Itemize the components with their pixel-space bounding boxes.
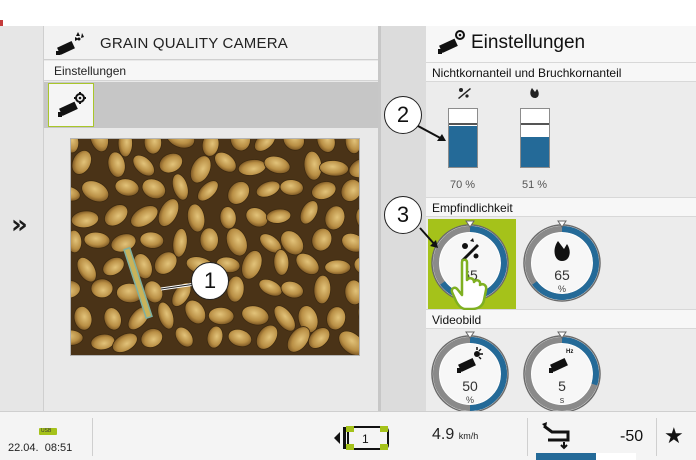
camera-panel: GRAIN QUALITY CAMERA Einstellungen xyxy=(44,26,378,411)
camera-panel-header: GRAIN QUALITY CAMERA xyxy=(44,26,378,60)
broken-ratio-value: 51 % xyxy=(522,179,548,191)
frequency-dial[interactable]: Hz 5 s xyxy=(520,330,608,422)
time-text: 08:51 xyxy=(44,442,73,454)
brightness-dial[interactable]: 50% xyxy=(428,330,516,422)
camera-icon xyxy=(56,32,84,56)
dial-value: 65 xyxy=(554,267,570,283)
grain-camera-image xyxy=(70,138,360,356)
dial-unit: % xyxy=(557,284,566,294)
grain-kernel xyxy=(90,278,114,299)
broken-ratio-bar[interactable] xyxy=(520,108,550,168)
chaff-ratio-value: 70 % xyxy=(450,179,476,191)
gear-value: 1 xyxy=(362,432,369,446)
dial-unit: s xyxy=(559,395,565,405)
grain-kernel xyxy=(199,227,219,253)
video-section-label: Videobild xyxy=(432,313,482,327)
chaff-ratio-bar[interactable] xyxy=(448,108,478,168)
dial-value: 5 xyxy=(558,378,566,394)
grain-kernel xyxy=(324,259,352,276)
callout-3: 3 xyxy=(384,196,422,234)
ratio-section-header: Nichtkornanteil und Bruchkornanteil xyxy=(426,62,696,82)
callout-2: 2 xyxy=(384,96,422,134)
page-title: GRAIN QUALITY CAMERA xyxy=(100,35,288,52)
top-strip xyxy=(0,0,696,26)
tap-hand-icon xyxy=(450,258,488,310)
status-bar: USB 22.04. 08:51 1 4.9 km/h -50 ★ xyxy=(0,411,696,460)
dial-graphic: Hz xyxy=(523,331,601,413)
settings-panel-header: Einstellungen xyxy=(426,26,696,62)
tool-row xyxy=(44,82,378,128)
terminal-screen: » GRAIN QUALITY CAMERA Einstellungen Ein… xyxy=(0,0,696,460)
camera-settings-button[interactable] xyxy=(48,83,94,127)
subtitle-label: Einstellungen xyxy=(54,64,127,78)
broken-ratio-fill xyxy=(521,137,549,167)
chaff-icon xyxy=(458,88,471,99)
gear-indicator-icon[interactable]: 1 xyxy=(332,424,392,452)
header-lift-icon xyxy=(542,422,570,450)
lift-level-bar xyxy=(536,453,636,460)
usb-label: USB xyxy=(41,428,52,434)
lift-level-fill xyxy=(536,453,596,460)
dial-graphic xyxy=(431,331,509,413)
chaff-ratio-fill xyxy=(449,126,477,167)
video-section-header: Videobild xyxy=(426,309,696,329)
date-text: 22.04. xyxy=(8,442,39,454)
favorite-star-icon[interactable]: ★ xyxy=(664,424,684,449)
lift-value: -50 xyxy=(620,428,644,445)
expand-chevron-icon[interactable]: » xyxy=(11,210,28,240)
dial-graphic xyxy=(523,220,601,302)
sensitivity-section-header: Empfindlichkeit xyxy=(426,197,696,217)
speed-unit: km/h xyxy=(458,431,479,441)
svg-text:Hz: Hz xyxy=(566,349,573,355)
settings-title: Einstellungen xyxy=(471,32,586,53)
camera-settings-icon xyxy=(438,30,465,54)
speed-value: 4.9 xyxy=(432,426,455,443)
ratio-section-label: Nichtkornanteil und Bruchkornanteil xyxy=(432,66,622,80)
broken-kernel-icon xyxy=(530,88,539,98)
dial-value: 50 xyxy=(462,378,478,394)
sensitivity-section-label: Empfindlichkeit xyxy=(432,201,513,215)
broken-sensitivity-dial[interactable]: 65% xyxy=(520,219,608,311)
camera-settings-icon xyxy=(58,92,86,117)
date-time: 22.04. 08:51 xyxy=(8,442,72,454)
side-nav: » xyxy=(0,26,44,411)
speed-display: 4.9 km/h xyxy=(432,426,478,444)
dial-unit: % xyxy=(465,395,474,405)
callout-1: 1 xyxy=(191,262,229,300)
settings-panel: Einstellungen Nichtkornanteil und Bruchk… xyxy=(426,26,696,413)
camera-panel-subtitle: Einstellungen xyxy=(44,61,378,81)
